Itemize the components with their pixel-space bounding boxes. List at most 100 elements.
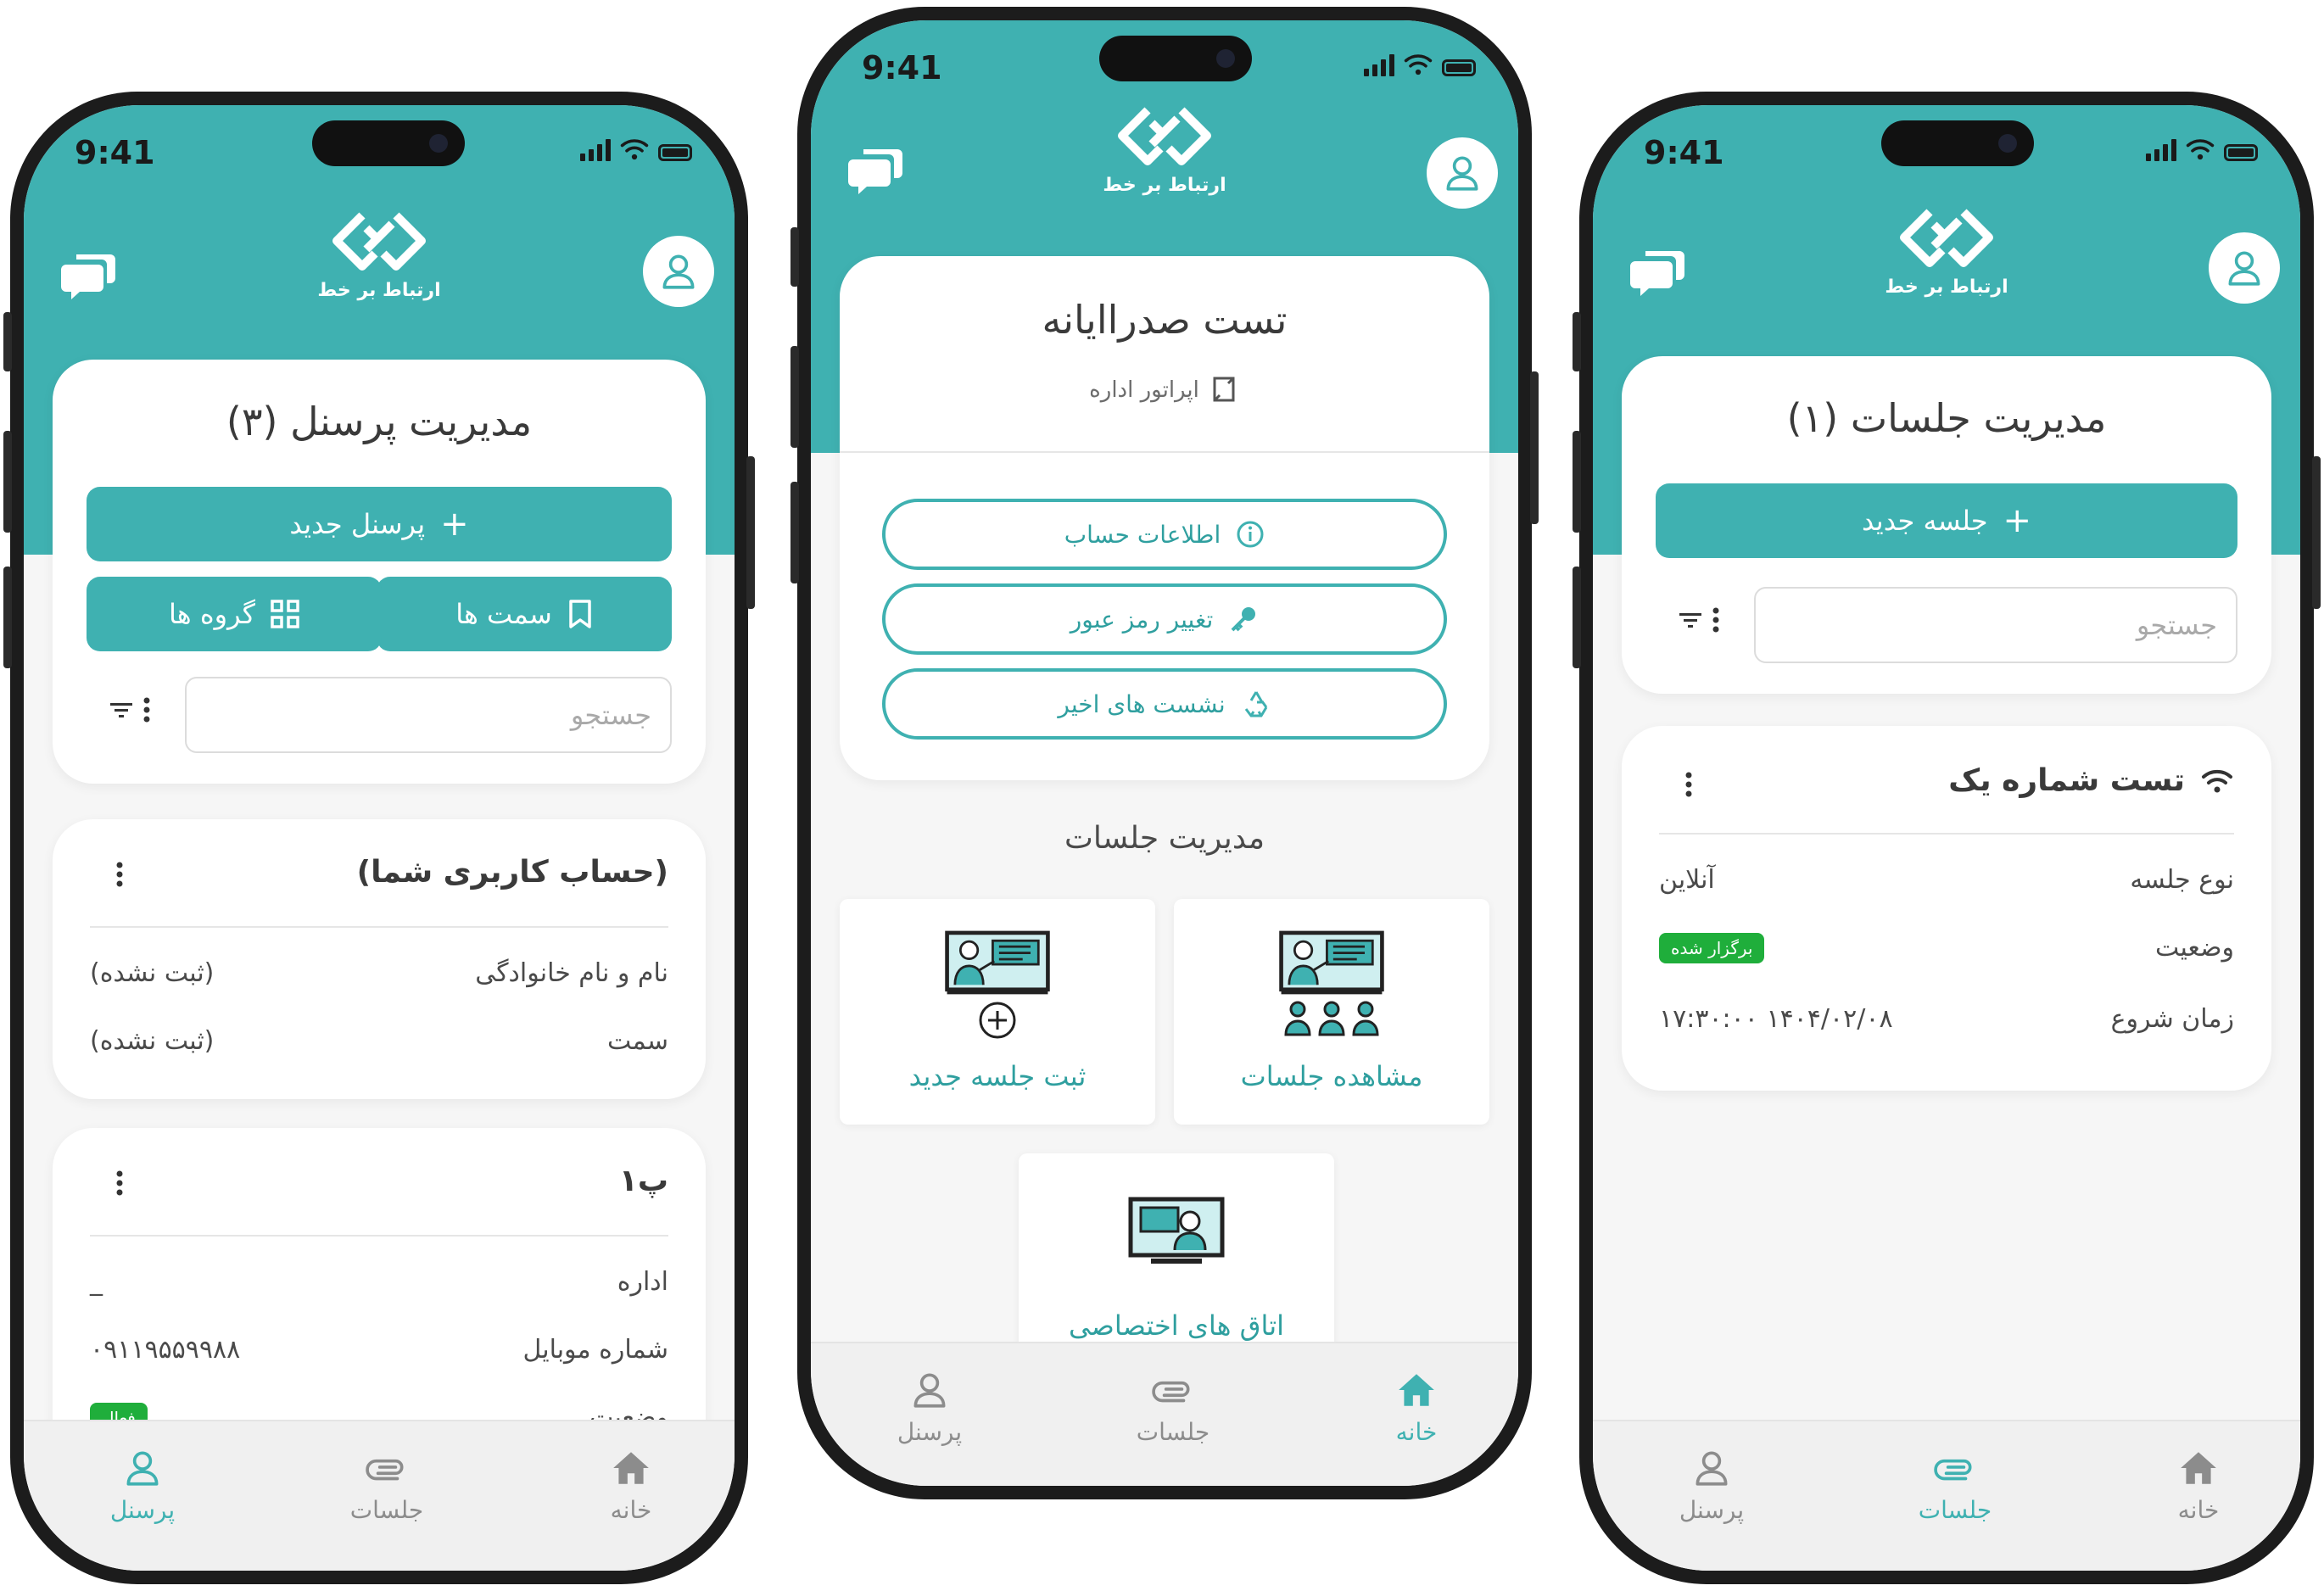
bottom-tab-bar: پرسنل جلسات خانه <box>1593 1420 2300 1571</box>
mute-switch <box>3 312 12 371</box>
new-session-tile[interactable]: ثبت جلسه جدید <box>840 899 1155 1125</box>
row-value: ۰۹۱۱۹۵۵۹۹۸۸ <box>90 1335 241 1365</box>
mute-switch <box>790 227 799 287</box>
audience-icon <box>1284 1001 1379 1036</box>
more-vertical-icon[interactable] <box>1712 607 1720 633</box>
tile-label: ثبت جلسه جدید <box>908 1060 1087 1092</box>
more-vertical-icon[interactable] <box>1684 772 1693 797</box>
tab-home[interactable]: خانه <box>2114 1447 2283 1524</box>
new-session-button[interactable]: + جلسه جدید <box>1656 483 2237 558</box>
new-personnel-button[interactable]: + پرسنل جدید <box>87 487 672 561</box>
info-icon <box>1237 521 1264 548</box>
session-card[interactable]: تست شماره یک آنلاین نوع جلسه برگزار شده … <box>1622 726 2271 1091</box>
tab-sessions[interactable]: جلسات <box>302 1447 472 1524</box>
filter-controls[interactable] <box>109 697 151 723</box>
user-avatar-icon[interactable] <box>643 236 714 307</box>
user-icon <box>121 1447 164 1489</box>
more-vertical-icon[interactable] <box>142 697 151 723</box>
groups-label: گروه ها <box>169 598 255 630</box>
user-icon <box>908 1369 951 1411</box>
chat-icon[interactable] <box>61 249 117 300</box>
filter-controls[interactable] <box>1678 607 1720 633</box>
power-button <box>746 456 755 609</box>
signal-icon <box>1364 54 1394 76</box>
presentation-icon <box>942 929 1053 1001</box>
chat-icon[interactable] <box>1630 246 1686 297</box>
row-label: سمت <box>607 1026 668 1056</box>
groups-button[interactable]: گروه ها <box>87 577 382 651</box>
change-password-button[interactable]: تغییر رمز عبور <box>882 583 1447 655</box>
search-input[interactable]: جستجو <box>1754 587 2237 663</box>
logo-text: ارتباط بر خط <box>317 280 441 301</box>
user-avatar-icon[interactable] <box>2209 232 2280 304</box>
key-icon <box>1231 607 1256 632</box>
mute-switch <box>1573 312 1581 371</box>
recent-sessions-button[interactable]: نشست های اخیر <box>882 668 1447 740</box>
change-password-label: تغییر رمز عبور <box>1070 605 1214 634</box>
chat-icon[interactable] <box>848 144 904 195</box>
screen: 9:41 ارتباط بر خط تست صدرا‌ایانه اپراتور <box>811 20 1518 1486</box>
status-bar: 9:41 <box>1593 105 2300 207</box>
more-vertical-icon[interactable] <box>115 862 124 887</box>
volume-down-button <box>3 567 12 668</box>
tab-label: پرسنل <box>897 1418 963 1446</box>
system-icons <box>1364 53 1476 76</box>
dynamic-island <box>312 120 465 166</box>
info-row-status: برگزار شده وضعیت <box>1659 933 2234 963</box>
filter-icon[interactable] <box>109 700 134 720</box>
paperclip-icon <box>1934 1447 1976 1489</box>
volume-up-button <box>1573 431 1581 533</box>
row-label: اداره <box>617 1267 668 1297</box>
info-row-position: (ثبت نشده) سمت <box>90 1026 668 1056</box>
row-label: شماره موبایل <box>522 1335 669 1365</box>
volume-up-button <box>3 431 12 533</box>
tab-sessions[interactable]: جلسات <box>1870 1447 2040 1524</box>
more-vertical-icon[interactable] <box>115 1170 124 1196</box>
app-header: ارتباط بر خط <box>811 102 1518 209</box>
dynamic-island <box>1881 120 2034 166</box>
account-info-label: اطلاعات حساب <box>1064 520 1221 549</box>
bookmark-icon <box>569 600 591 628</box>
tab-label: خانه <box>1395 1418 1438 1446</box>
tab-label: خانه <box>2177 1496 2220 1524</box>
home-icon <box>610 1447 652 1489</box>
search-input[interactable]: جستجو <box>185 677 672 753</box>
user-avatar-icon[interactable] <box>1427 137 1498 209</box>
user-role: اپراتور اداره <box>1089 377 1199 403</box>
tab-label: پرسنل <box>1679 1496 1745 1524</box>
volume-up-button <box>790 346 799 448</box>
view-sessions-tile[interactable]: مشاهده جلسات <box>1174 899 1489 1125</box>
info-row-session-type: آنلاین نوع جلسه <box>1659 865 2234 895</box>
session-title: تست شماره یک <box>1948 763 2185 798</box>
tab-personnel[interactable]: پرسنل <box>58 1447 227 1524</box>
tab-home[interactable]: خانه <box>1332 1369 1501 1446</box>
row-label: نام و نام خانوادگی <box>475 958 668 988</box>
positions-button[interactable]: سمت ها <box>377 577 672 651</box>
battery-icon <box>658 144 692 161</box>
tab-label: پرسنل <box>109 1496 176 1524</box>
monitor-icon <box>1128 1197 1225 1264</box>
system-icons <box>2146 137 2258 161</box>
tile-label: مشاهده جلسات <box>1240 1060 1423 1092</box>
tab-personnel[interactable]: پرسنل <box>845 1369 1014 1446</box>
plus-icon: + <box>440 505 469 544</box>
wifi-status-icon <box>619 137 650 161</box>
personnel-card-own-account[interactable]: (حساب کاربری شما) (ثبت نشده) نام و نام خ… <box>53 819 706 1099</box>
row-value: (ثبت نشده) <box>90 1026 215 1056</box>
tab-label: جلسات <box>349 1496 424 1524</box>
card-title: پ۱ <box>618 1164 668 1198</box>
tab-personnel[interactable]: پرسنل <box>1627 1447 1796 1524</box>
tab-home[interactable]: خانه <box>546 1447 716 1524</box>
user-icon <box>1690 1447 1733 1489</box>
filter-icon[interactable] <box>1678 610 1703 630</box>
session-card-header: تست شماره یک <box>1948 763 2234 798</box>
account-info-button[interactable]: اطلاعات حساب <box>882 499 1447 570</box>
wifi-status-icon <box>2185 137 2215 161</box>
app-header: ارتباط بر خط <box>1593 204 2300 305</box>
dynamic-island <box>1099 36 1252 81</box>
user-role-line: اپراتور اداره <box>840 375 1489 405</box>
positions-label: سمت ها <box>455 598 552 630</box>
tab-sessions[interactable]: جلسات <box>1088 1369 1258 1446</box>
power-button <box>2312 456 2321 609</box>
info-row-mobile: ۰۹۱۱۹۵۵۹۹۸۸ شماره موبایل <box>90 1335 668 1365</box>
